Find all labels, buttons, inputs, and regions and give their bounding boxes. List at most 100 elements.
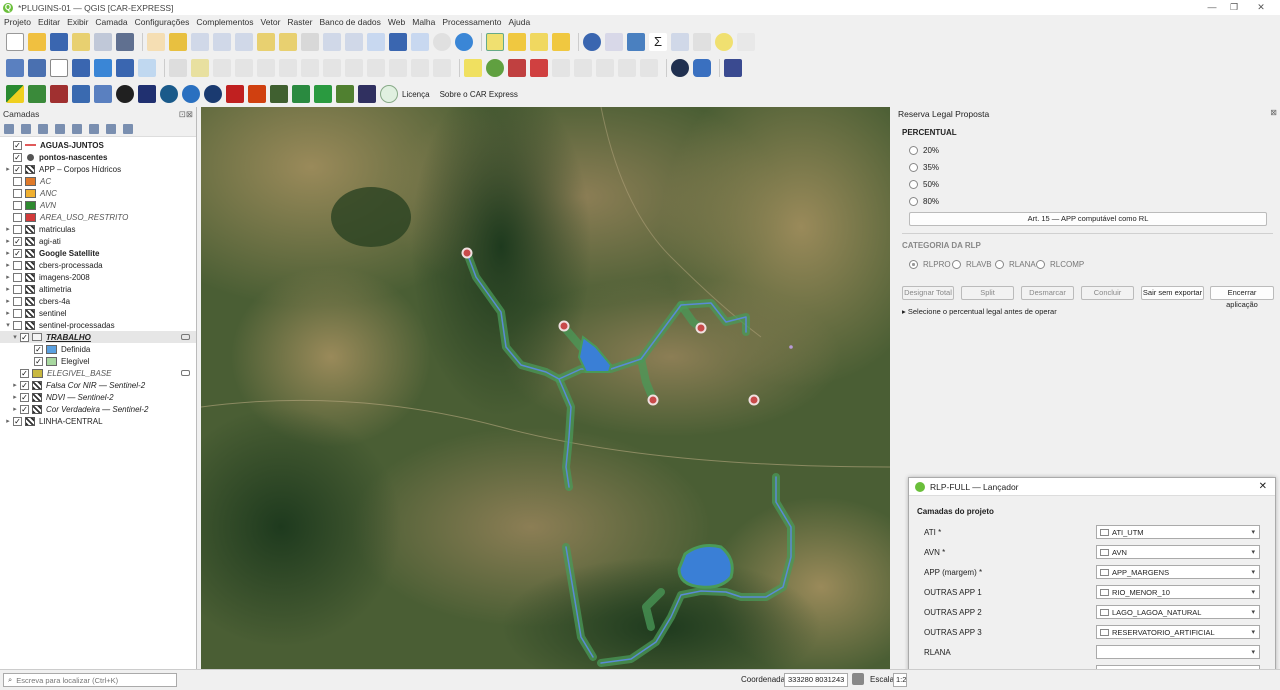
layer-indicator-icon[interactable] (181, 334, 190, 340)
expand-arrow-icon[interactable]: ▸ (3, 237, 13, 245)
undo-icon[interactable] (411, 59, 429, 77)
save-as-icon[interactable] (72, 33, 90, 51)
layer-visibility-checkbox[interactable]: ✓ (20, 380, 29, 390)
minimize-icon[interactable]: — (1203, 1, 1221, 13)
percent-radio-50[interactable]: 50% (909, 180, 939, 189)
zoom-in-icon[interactable] (191, 33, 209, 51)
redo-icon[interactable] (433, 59, 451, 77)
zoom-next-icon[interactable] (345, 33, 363, 51)
layer-combobox[interactable]: RIO_MENOR_10 ▾ (1096, 585, 1260, 599)
car-tool-6-icon[interactable] (160, 85, 178, 103)
menu-web[interactable]: Web (388, 17, 405, 27)
car-tool-4-icon[interactable] (116, 85, 134, 103)
category-radio-rlavb[interactable]: RLAVB (952, 260, 992, 269)
layer-combobox[interactable]: LAGO_LAGOA_NATURAL ▾ (1096, 605, 1260, 619)
expand-arrow-icon[interactable]: ▾ (3, 321, 13, 329)
data-source-icon[interactable] (6, 59, 24, 77)
decorations-icon[interactable] (737, 33, 755, 51)
edit-pencil-icon[interactable] (169, 59, 187, 77)
layer-row[interactable]: ✓ Definida (0, 343, 196, 355)
zoom-selection-icon[interactable] (257, 33, 275, 51)
spring-point[interactable] (695, 322, 707, 334)
menu-configuracoes[interactable]: Configurações (135, 17, 190, 27)
digitize-icon[interactable] (235, 59, 253, 77)
chevron-down-icon[interactable]: ▾ (1251, 548, 1255, 556)
layer-row[interactable]: ▸ cbers-processada (0, 259, 196, 271)
temporal-icon[interactable] (433, 33, 451, 51)
zoom-full-icon[interactable] (235, 33, 253, 51)
expand-all-icon[interactable] (89, 123, 99, 134)
encerrar-aplicacao-button[interactable]: Encerrar aplicação (1210, 286, 1274, 309)
expand-arrow-icon[interactable]: ▸ (3, 273, 13, 281)
layer-row[interactable]: ✓ AGUAS-JUNTOS (0, 139, 196, 151)
filter-expression-icon[interactable] (72, 123, 82, 134)
layer-visibility-checkbox[interactable]: ✓ (13, 416, 22, 426)
new-map-view-icon[interactable] (367, 33, 385, 51)
layer-row[interactable]: ▸ ✓ NDVI — Sentinel-2 (0, 391, 196, 403)
category-radio-rlpro[interactable]: RLPRO (909, 260, 951, 269)
expand-arrow-icon[interactable]: ▸ (3, 225, 13, 233)
remove-layer-icon[interactable] (123, 123, 133, 134)
annotation-icon[interactable] (715, 33, 733, 51)
layer-row[interactable]: ▸ ✓ agi-ati (0, 235, 196, 247)
layer-row[interactable]: ANC (0, 187, 196, 199)
label-rotate-icon[interactable] (574, 59, 592, 77)
about-link[interactable]: Sobre o CAR Express (440, 90, 518, 99)
concluir-button[interactable]: Concluir (1081, 286, 1134, 300)
label-highlight-icon[interactable] (530, 59, 548, 77)
layer-row[interactable]: ▸ ✓ Google Satellite (0, 247, 196, 259)
layer-row[interactable]: ▸ imagens-2008 (0, 271, 196, 283)
car-leaf-icon[interactable] (28, 85, 46, 103)
menu-malha[interactable]: Malha (412, 17, 435, 27)
radio-button[interactable] (1036, 260, 1045, 269)
car-tool-5-icon[interactable] (138, 85, 156, 103)
spring-point[interactable] (748, 394, 760, 406)
layer-visibility-checkbox[interactable] (13, 224, 22, 234)
expand-arrow-icon[interactable]: ▸ (3, 249, 13, 257)
expand-arrow-icon[interactable]: ▸ (3, 309, 13, 317)
expand-arrow-icon[interactable]: ▸ (3, 297, 13, 305)
spring-point[interactable] (558, 320, 570, 332)
car-tool-3-icon[interactable] (94, 85, 112, 103)
layer-row[interactable]: ▸ cbers-4a (0, 295, 196, 307)
layer-visibility-checkbox[interactable]: ✓ (20, 392, 29, 402)
zoom-layer-icon[interactable] (279, 33, 297, 51)
percent-radio-35[interactable]: 35% (909, 163, 939, 172)
select-location-icon[interactable] (552, 33, 570, 51)
radio-button[interactable] (952, 260, 961, 269)
menu-camada[interactable]: Camada (95, 17, 127, 27)
statistics-icon[interactable]: Σ (649, 33, 667, 51)
measure-icon[interactable] (693, 33, 711, 51)
layer-visibility-checkbox[interactable] (13, 320, 22, 330)
label-change-icon[interactable] (596, 59, 614, 77)
add-delimited-icon[interactable] (138, 59, 156, 77)
add-raster-icon[interactable] (72, 59, 90, 77)
layer-row[interactable]: ✓ pontos-nascentes (0, 151, 196, 163)
zoom-last-icon[interactable] (323, 33, 341, 51)
map-canvas[interactable] (201, 107, 890, 669)
layer-visibility-checkbox[interactable]: ✓ (34, 344, 43, 354)
layer-row[interactable]: ▸ ✓ APP – Corpos Hídricos (0, 163, 196, 175)
layer-combobox[interactable]: ATI_UTM ▾ (1096, 525, 1260, 539)
layer-visibility-checkbox[interactable]: ✓ (20, 332, 29, 342)
copy-icon[interactable] (367, 59, 385, 77)
bookmark-icon[interactable] (389, 33, 407, 51)
add-mesh-icon[interactable] (116, 59, 134, 77)
chevron-down-icon[interactable]: ▾ (1251, 568, 1255, 576)
label-pin-icon[interactable] (508, 59, 526, 77)
identify-icon[interactable] (583, 33, 601, 51)
collapse-all-icon[interactable] (106, 123, 116, 134)
car-tool-15-icon[interactable] (358, 85, 376, 103)
car-tool-10-icon[interactable] (248, 85, 266, 103)
layer-indicator-icon[interactable] (181, 370, 190, 376)
coordinate-field[interactable]: 333280 8031243 (784, 673, 848, 687)
layer-visibility-checkbox[interactable]: ✓ (13, 140, 22, 150)
layer-visibility-checkbox[interactable]: ✓ (34, 356, 43, 366)
open-project-icon[interactable] (28, 33, 46, 51)
layer-visibility-checkbox[interactable] (13, 176, 22, 186)
layer-row[interactable]: ▸ ✓ Falsa Cor NIR — Sentinel-2 (0, 379, 196, 391)
toggle-editing-icon[interactable] (191, 59, 209, 77)
menu-vetor[interactable]: Vetor (261, 17, 281, 27)
car-tool-14-icon[interactable] (336, 85, 354, 103)
pan-to-selection-icon[interactable] (169, 33, 187, 51)
